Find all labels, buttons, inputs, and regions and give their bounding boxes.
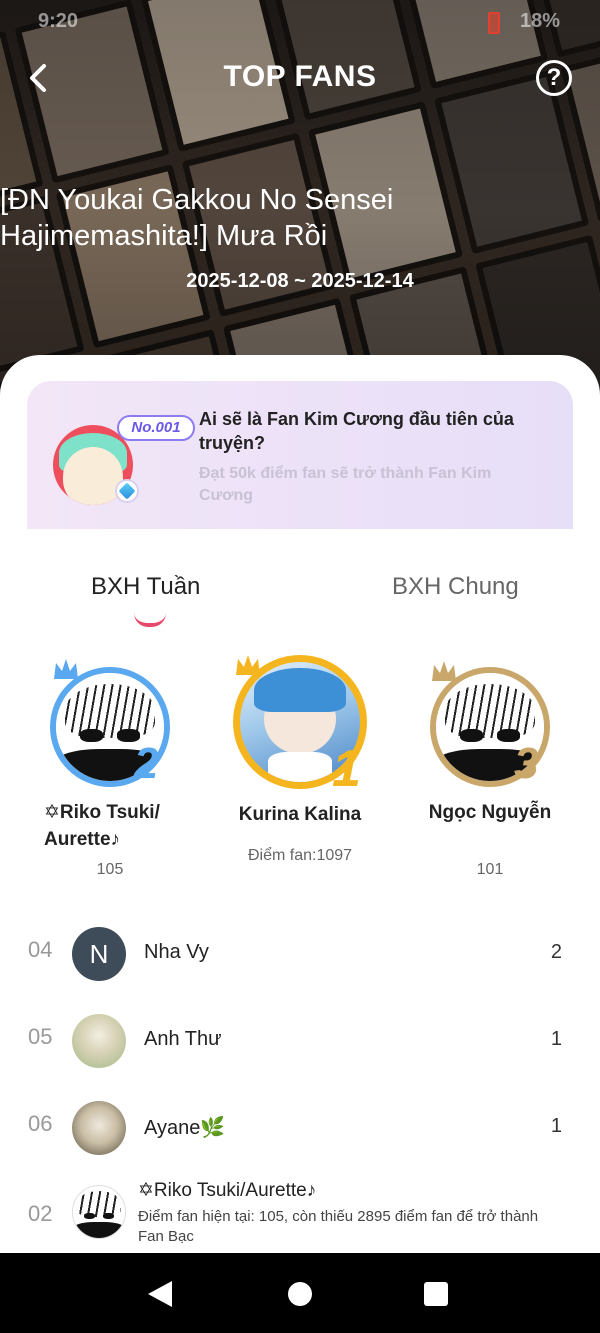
crown-icon	[54, 659, 78, 679]
row-rank: 06	[28, 1111, 53, 1136]
podium-rank-2[interactable]: 2 ✡Riko Tsuki/ Aurette♪ 105	[10, 659, 210, 885]
tab-overall[interactable]: BXH Chung	[392, 573, 519, 601]
podium-score: 101	[476, 861, 504, 878]
row-rank: 05	[28, 1024, 53, 1049]
row-rank: 04	[28, 937, 53, 962]
nav-back-icon[interactable]	[148, 1281, 172, 1307]
diamond-icon	[115, 479, 139, 503]
diamond-fan-promo[interactable]: No.001 Ai sẽ là Fan Kim Cương đầu tiên c…	[27, 381, 573, 529]
podium-rank-1[interactable]: 1 Kurina Kalina Điểm fan:1097	[200, 651, 400, 881]
question-icon: ?	[546, 64, 562, 91]
row-name: Ayane🌿	[144, 1117, 226, 1139]
system-navigation-bar	[0, 1253, 600, 1333]
promo-title: Ai sẽ là Fan Kim Cương đầu tiên của truy…	[199, 409, 514, 453]
row-name: Anh Thư	[144, 1028, 222, 1050]
rank-badge: No.001	[117, 415, 195, 441]
list-item[interactable]: 06 Ayane🌿 1	[0, 1087, 600, 1167]
help-button[interactable]: ?	[536, 60, 572, 96]
active-tab-indicator	[134, 613, 166, 627]
my-rank-row[interactable]: 02 ✡Riko Tsuki/Aurette♪ Điểm fan hiện tạ…	[0, 1173, 600, 1255]
status-bar: 9:20 18%	[36, 8, 560, 38]
my-rank: 02	[28, 1201, 53, 1226]
rank-number: 2	[134, 739, 159, 788]
status-time: 9:20	[38, 10, 79, 32]
list-item[interactable]: 04 N Nha Vy 2	[0, 913, 600, 993]
nav-home-icon[interactable]	[288, 1282, 312, 1306]
promo-subtitle: Đạt 50k điểm fan sẽ trở thành Fan Kim Cư…	[199, 465, 492, 504]
page-title: TOP FANS	[223, 60, 377, 93]
podium-score: 105	[96, 861, 124, 878]
avatar: N	[72, 927, 126, 981]
nav-recents-icon[interactable]	[424, 1282, 448, 1306]
rank-number: 3	[514, 739, 539, 788]
podium-rank-3[interactable]: 3 Ngọc Nguyễn 101	[390, 661, 590, 885]
date-range: 2025-12-08 ~ 2025-12-14	[186, 270, 414, 292]
avatar	[72, 1185, 126, 1239]
crown-icon	[432, 661, 456, 681]
row-score: 1	[550, 1028, 562, 1050]
avatar	[72, 1014, 126, 1068]
podium-name: ✡Riko Tsuki/ Aurette♪	[44, 802, 160, 850]
row-score: 2	[550, 941, 562, 963]
ranking-panel: No.001 Ai sẽ là Fan Kim Cương đầu tiên c…	[0, 355, 600, 1255]
podium-name: Kurina Kalina	[238, 804, 362, 825]
battery-icon	[488, 12, 500, 34]
row-score: 1	[550, 1115, 562, 1137]
ranking-tabs: BXH Tuần BXH Chung	[0, 567, 600, 627]
podium-name: Ngọc Nguyễn	[428, 802, 552, 823]
row-name: Nha Vy	[144, 941, 209, 963]
battery-level: 18%	[519, 10, 560, 32]
story-title: [ĐN Youkai Gakkou No Sensei Hajimemashit…	[0, 184, 394, 252]
tab-weekly[interactable]: BXH Tuần	[91, 573, 200, 601]
avatar-letter: N	[89, 939, 109, 969]
crown-icon	[236, 655, 260, 675]
avatar	[72, 1101, 126, 1155]
list-item[interactable]: 05 Anh Thư 1	[0, 1000, 600, 1080]
my-name: ✡Riko Tsuki/Aurette♪	[138, 1180, 317, 1201]
my-points-note: Điểm fan hiện tại: 105, còn thiếu 2895 đ…	[138, 1208, 539, 1245]
podium-score: Điểm fan:1097	[247, 847, 353, 864]
rank-number: 1	[332, 740, 361, 798]
